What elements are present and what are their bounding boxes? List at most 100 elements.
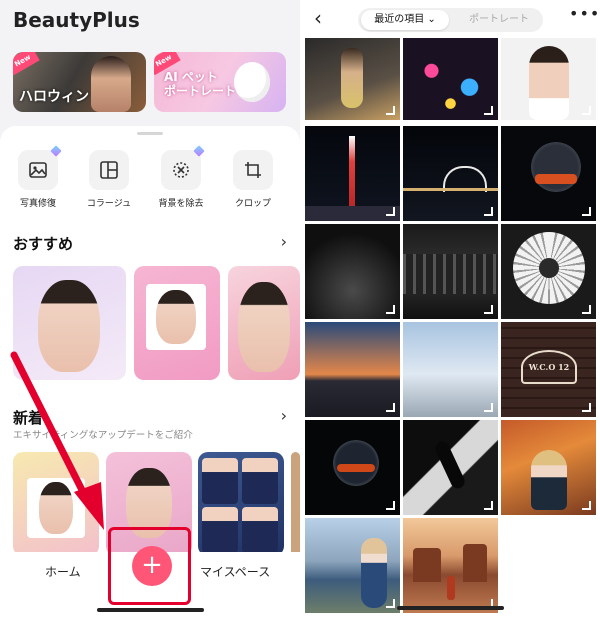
photo-thumb[interactable]	[501, 420, 596, 515]
tool-remove-background[interactable]: 背景を除去	[151, 145, 211, 209]
photo-thumb[interactable]	[501, 126, 596, 221]
round-window	[531, 142, 581, 192]
halloween-banner[interactable]: New ハロウィン	[13, 52, 146, 112]
sunset-glow	[337, 464, 375, 472]
tool-photo-restore[interactable]: 写真修復	[8, 145, 68, 209]
photo-thumb[interactable]	[305, 518, 400, 613]
collage-icon	[89, 150, 129, 190]
recommended-card-1[interactable]	[13, 266, 126, 380]
sign-plate: W.C.O 12	[521, 350, 577, 384]
recommended-chevron-icon[interactable]: ›	[281, 232, 287, 251]
select-marker-icon	[386, 106, 395, 115]
photo-picker-screen: ‹ 最近の項目 ⌄ ポートレート ••• W.C.O 12	[300, 0, 600, 618]
select-marker-icon	[484, 207, 493, 216]
add-button[interactable]: +	[132, 546, 172, 586]
woman-figure	[361, 538, 387, 608]
photo-thumb[interactable]	[403, 126, 498, 221]
photo-thumb[interactable]	[403, 420, 498, 515]
premium-icon	[50, 145, 62, 157]
select-marker-icon	[484, 305, 493, 314]
tool-crop[interactable]: クロップ	[223, 150, 283, 209]
tool-label: 背景を除去	[158, 199, 204, 209]
banner-title: ハロウィン	[19, 89, 89, 105]
more-icon[interactable]: •••	[569, 4, 600, 23]
select-marker-icon	[386, 305, 395, 314]
tab-recent[interactable]: 最近の項目 ⌄	[361, 10, 449, 30]
new-badge: New	[13, 52, 40, 76]
shadow-figure	[433, 439, 467, 491]
select-marker-icon	[582, 106, 591, 115]
tool-label: 写真修復	[19, 199, 56, 209]
city-lights	[403, 254, 498, 294]
home-screen: BeautyPlus New ハロウィン New AI ペット ポートレート 写…	[0, 0, 300, 618]
sunset-glow	[535, 174, 577, 184]
daisy-center	[539, 258, 559, 278]
whats-new-title: 新着	[13, 409, 44, 427]
select-marker-icon	[386, 501, 395, 510]
man-figure	[447, 576, 455, 600]
new-card-4[interactable]	[291, 452, 300, 556]
highlight-box: +	[108, 527, 191, 605]
nav-my-space[interactable]: マイスペース	[200, 563, 270, 580]
new-card-1[interactable]	[13, 452, 99, 556]
select-marker-icon	[484, 106, 493, 115]
model-face-image	[38, 280, 100, 372]
photo-thumb[interactable]	[403, 224, 498, 319]
tool-label: クロップ	[234, 199, 271, 209]
new-card-3[interactable]	[198, 452, 284, 556]
uniform-image	[242, 458, 278, 504]
photo-thumb[interactable]	[305, 224, 400, 319]
model-face-image	[39, 482, 73, 534]
select-marker-icon	[582, 305, 591, 314]
select-marker-icon	[386, 207, 395, 216]
photo-thumb[interactable]	[305, 322, 400, 417]
portrait-figure	[529, 46, 569, 120]
nav-home[interactable]: ホーム	[45, 563, 81, 580]
back-chevron-icon[interactable]: ‹	[314, 6, 322, 30]
recommended-card-2[interactable]	[134, 266, 220, 380]
select-marker-icon	[582, 501, 591, 510]
chevron-down-icon: ⌄	[427, 14, 436, 25]
tab-portrait[interactable]: ポートレート	[455, 10, 543, 30]
photo-thumb[interactable]	[501, 224, 596, 319]
tab-recent-label: 最近の項目	[374, 14, 425, 25]
tool-label: コラージュ	[86, 199, 132, 209]
mesa-rock	[413, 548, 441, 582]
photo-thumb[interactable]	[403, 322, 498, 417]
select-marker-icon	[582, 403, 591, 412]
recommended-card-3[interactable]	[228, 266, 300, 380]
photo-thumb[interactable]	[305, 420, 400, 515]
photo-thumb[interactable]	[501, 38, 596, 120]
select-marker-icon	[484, 501, 493, 510]
select-marker-icon	[386, 403, 395, 412]
whats-new-subtitle: エキサイティングなアップデートをご紹介	[13, 430, 193, 441]
uniform-image	[202, 458, 238, 504]
picker-header: ‹ 最近の項目 ⌄ ポートレート •••	[300, 0, 600, 38]
recommended-title: おすすめ	[13, 235, 74, 253]
whats-new-chevron-icon[interactable]: ›	[281, 406, 287, 425]
photo-thumb[interactable]: W.C.O 12	[501, 322, 596, 417]
album-tabs: 最近の項目 ⌄ ポートレート	[358, 8, 543, 32]
polaroid-frame	[146, 284, 206, 350]
select-marker-icon	[582, 207, 591, 216]
photo-restore-icon	[18, 145, 62, 190]
home-indicator	[397, 606, 504, 610]
uniform-image	[242, 507, 278, 553]
polaroid-frame	[27, 478, 85, 538]
woman-figure	[531, 450, 567, 510]
tool-collage[interactable]: コラージュ	[79, 150, 139, 209]
uniform-image	[202, 507, 238, 553]
photo-thumb[interactable]	[403, 518, 498, 613]
sheet-handle[interactable]	[137, 132, 163, 135]
crop-icon	[233, 150, 273, 190]
mesa-rock	[463, 544, 487, 582]
banner-title-line1: AI ペット	[164, 70, 218, 84]
ai-pet-portrait-banner[interactable]: New AI ペット ポートレート	[154, 52, 286, 112]
photo-thumb[interactable]	[305, 126, 400, 221]
remove-background-icon	[161, 145, 205, 190]
banner-model-image	[91, 56, 131, 112]
photo-thumb[interactable]	[305, 38, 400, 120]
photo-thumb[interactable]	[403, 38, 498, 120]
woman-figure	[341, 48, 363, 108]
banner-title-line2: ポートレート	[164, 84, 237, 98]
